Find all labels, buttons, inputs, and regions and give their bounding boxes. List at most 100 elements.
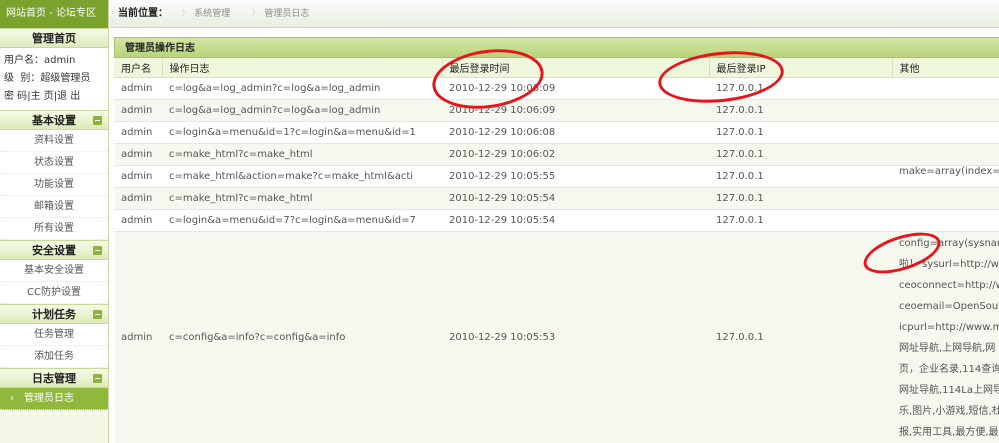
breadcrumb: 当前位置： 系统管理 管理员日志 <box>110 0 999 28</box>
section-header-log-management[interactable]: 日志管理 <box>0 368 108 388</box>
cell-username: admin <box>114 187 162 210</box>
cell-other-line: ceoconnect=http://ww <box>899 279 999 291</box>
sidebar-item-mail-settings[interactable]: 邮箱设置 <box>0 196 108 218</box>
cell-username: admin <box>114 99 162 122</box>
sidebar-item-feature-settings[interactable]: 功能设置 <box>0 174 108 196</box>
password-link[interactable]: 密 码 <box>4 91 27 102</box>
cell-last-login-ip: 127.0.0.1 <box>709 99 892 122</box>
cell-other-line <box>899 100 999 121</box>
sidebar: 网站首页 - 论坛专区 管理首页 用户名：admin 级 别：超级管理员 密 码… <box>0 0 109 443</box>
main-content: 当前位置： 系统管理 管理员日志 管理员操作日志 用户名 操作日志 最后登录时间… <box>110 0 999 443</box>
cell-other-line <box>899 144 999 165</box>
sidebar-item-add-task[interactable]: 添加任务 <box>0 346 108 368</box>
cell-last-login-ip: 127.0.0.1 <box>709 231 892 443</box>
username-line: 用户名：admin <box>4 52 108 70</box>
home-link[interactable]: 主 页 <box>31 91 54 102</box>
cell-other <box>892 209 999 232</box>
sidebar-item-basic-security[interactable]: 基本安全设置 <box>0 260 108 282</box>
cell-log: c=make_html&action=make?c=make_html&acti <box>162 165 442 188</box>
top-link-separator: - <box>46 8 56 19</box>
cell-other <box>892 143 999 166</box>
cell-username: admin <box>114 77 162 100</box>
table-body: admin c=log&a=log_admin?c=log&a=log_admin… <box>114 77 999 443</box>
username-value: admin <box>44 55 76 66</box>
breadcrumb-label: 当前位置： <box>118 8 168 19</box>
section-title: 计划任务 <box>32 308 76 321</box>
collapse-icon[interactable] <box>93 310 102 319</box>
table-row: admin c=log&a=log_admin?c=log&a=log_admin… <box>114 99 999 122</box>
level-value: 超级管理员 <box>40 73 91 84</box>
cell-other-line <box>899 210 999 231</box>
cell-last-login-ip: 127.0.0.1 <box>709 77 892 100</box>
cell-other <box>892 77 999 100</box>
cell-log: c=login&a=menu&id=1?c=login&a=menu&id=1 <box>162 121 442 144</box>
collapse-icon[interactable] <box>93 374 102 383</box>
table-row: admin c=make_html?c=make_html 2010-12-29 1… <box>114 187 999 210</box>
table-row: admin c=login&a=menu&id=1?c=login&a=menu&… <box>114 121 999 144</box>
cell-other-line <box>899 122 999 143</box>
sidebar-item-status-settings[interactable]: 状态设置 <box>0 152 108 174</box>
sidebar-item-profile-settings[interactable]: 资料设置 <box>0 130 108 152</box>
cell-log: c=login&a=menu&id=7?c=login&a=menu&id=7 <box>162 209 442 232</box>
section-title: 安全设置 <box>32 244 76 257</box>
cell-other-line: 网址导航,114La上网导 <box>899 384 999 396</box>
sidebar-item-task-management[interactable]: 任务管理 <box>0 324 108 346</box>
forum-link[interactable]: 论坛专区 <box>56 8 96 19</box>
section-header-basic-settings[interactable]: 基本设置 <box>0 110 108 130</box>
cell-last-login-ip: 127.0.0.1 <box>709 165 892 188</box>
section-header-scheduled-tasks[interactable]: 计划任务 <box>0 304 108 324</box>
table-row: admin c=make_html&action=make?c=make_html… <box>114 165 999 188</box>
sidebar-top-links: 网站首页 - 论坛专区 <box>0 0 108 28</box>
admin-log-table: 用户名 操作日志 最后登录时间 最后登录IP 其他 admin c=log&a=l… <box>114 58 999 443</box>
username-label: 用户名： <box>4 55 44 66</box>
cell-other-line: 乐,图片,小游戏,短信,杜 <box>899 405 999 417</box>
table-row: admin c=config&a=info?c=config&a=info 2010… <box>114 231 999 443</box>
cell-last-login-time: 2010-12-29 10:06:08 <box>442 121 709 144</box>
cell-last-login-time: 2010-12-29 10:06:02 <box>442 143 709 166</box>
cell-username: admin <box>114 121 162 144</box>
collapse-icon[interactable] <box>93 246 102 255</box>
user-info: 用户名：admin 级 别：超级管理员 密 码|主 页|退 出 <box>0 48 108 110</box>
cell-other-line: make=array(index=1, <box>899 165 999 177</box>
cell-last-login-time: 2010-12-29 10:06:09 <box>442 77 709 100</box>
section-title: 日志管理 <box>32 372 76 385</box>
cell-log: c=make_html?c=make_html <box>162 187 442 210</box>
breadcrumb-item-system-management[interactable]: 系统管理 <box>175 9 238 19</box>
cell-other-line: config=array(sysnam <box>899 237 999 249</box>
cell-other-line <box>899 78 999 99</box>
admin-page: 网站首页 - 论坛专区 管理首页 用户名：admin 级 别：超级管理员 密 码… <box>0 0 999 443</box>
sidebar-item-cc-protection[interactable]: CC防护设置 <box>0 282 108 304</box>
level-label: 级 别： <box>4 73 41 84</box>
column-header-log: 操作日志 <box>162 58 443 78</box>
column-header-last-login-ip: 最后登录IP <box>709 58 893 78</box>
breadcrumb-item-admin-log[interactable]: 管理员日志 <box>245 9 317 19</box>
cell-other-line: 网址导航,上网导航,网 <box>899 342 996 354</box>
cell-other-line <box>899 188 999 209</box>
cell-other: make=array(index=1, <box>892 165 999 188</box>
level-line: 级 别：超级管理员 <box>4 70 108 88</box>
cell-log: c=config&a=info?c=config&a=info <box>162 231 442 443</box>
sidebar-item-admin-log[interactable]: 管理员日志 <box>0 388 108 410</box>
cell-last-login-time: 2010-12-29 10:05:55 <box>442 165 709 188</box>
section-header-security-settings[interactable]: 安全设置 <box>0 240 108 260</box>
cell-last-login-ip: 127.0.0.1 <box>709 209 892 232</box>
table-row: admin c=make_html?c=make_html 2010-12-29 1… <box>114 143 999 166</box>
cell-other <box>892 121 999 144</box>
section-header-admin-home[interactable]: 管理首页 <box>0 28 108 48</box>
logout-link[interactable]: 退 出 <box>57 91 80 102</box>
cell-other-line: 啦！ sysurl=http://ww <box>899 258 999 270</box>
cell-last-login-time: 2010-12-29 10:05:54 <box>442 209 709 232</box>
cell-last-login-ip: 127.0.0.1 <box>709 121 892 144</box>
cell-username: admin <box>114 165 162 188</box>
cell-log: c=make_html?c=make_html <box>162 143 442 166</box>
cell-other-line: 页，企业名录,114查询 <box>899 363 999 375</box>
section-title: 基本设置 <box>32 114 76 127</box>
table-header-row: 用户名 操作日志 最后登录时间 最后登录IP 其他 <box>114 58 999 78</box>
cell-other-line: 报,实用工具,最方便,最 <box>899 426 999 438</box>
sidebar-item-all-settings[interactable]: 所有设置 <box>0 218 108 240</box>
column-header-last-login-time: 最后登录时间 <box>442 58 710 78</box>
cell-other <box>892 187 999 210</box>
table-row: admin c=login&a=menu&id=7?c=login&a=menu&… <box>114 209 999 232</box>
site-home-link[interactable]: 网站首页 <box>6 8 46 19</box>
collapse-icon[interactable] <box>93 116 102 125</box>
